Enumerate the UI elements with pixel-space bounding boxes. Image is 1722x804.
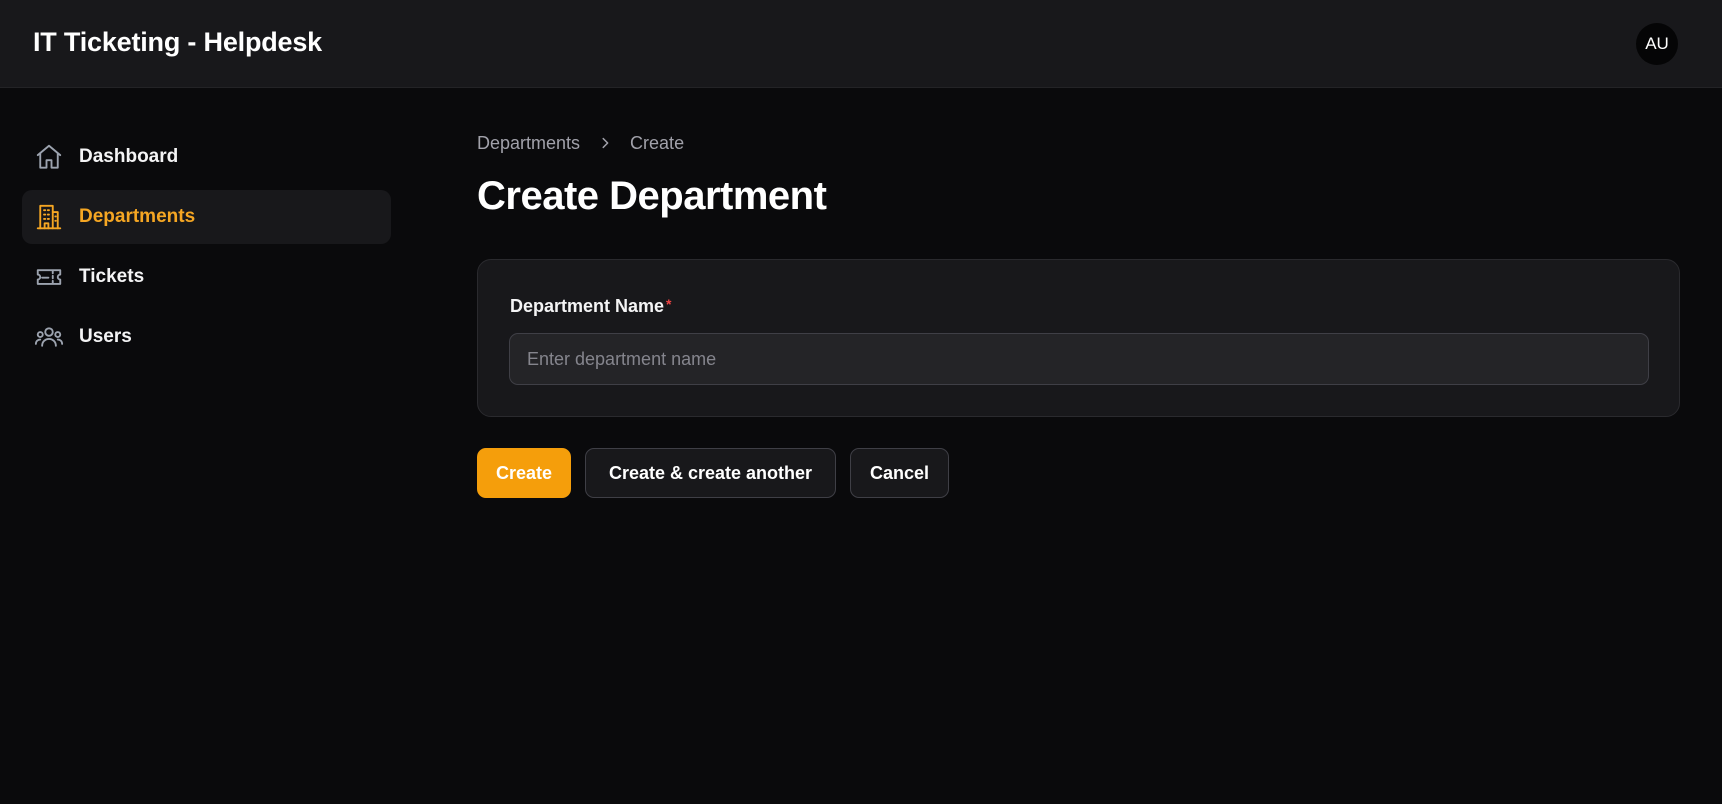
main-content: Departments Create Create Department Dep… [477, 130, 1680, 498]
create-button[interactable]: Create [477, 448, 571, 498]
sidebar-item-departments[interactable]: Departments [22, 190, 391, 244]
breadcrumb: Departments Create [477, 130, 1680, 156]
sidebar-item-label: Users [79, 326, 132, 347]
sidebar-item-tickets[interactable]: Tickets [22, 250, 391, 304]
users-icon [34, 322, 64, 352]
form-card: Department Name * [477, 259, 1680, 417]
home-icon [34, 142, 64, 172]
breadcrumb-current: Create [630, 132, 685, 153]
sidebar-item-label: Dashboard [79, 146, 179, 167]
cancel-button[interactable]: Cancel [850, 448, 949, 498]
sidebar: Dashboard Departments Tickets Users [22, 130, 391, 370]
user-avatar[interactable]: AU [1636, 23, 1678, 65]
form-actions: Create Create & create another Cancel [477, 448, 963, 498]
department-name-input[interactable] [509, 333, 1649, 385]
sidebar-item-users[interactable]: Users [22, 310, 391, 364]
ticket-icon [34, 262, 64, 292]
required-indicator: * [666, 296, 672, 312]
sidebar-item-dashboard[interactable]: Dashboard [22, 130, 391, 184]
department-name-label: Department Name * [510, 296, 672, 317]
app-title[interactable]: IT Ticketing - Helpdesk [33, 27, 322, 58]
building-icon [34, 202, 64, 232]
sidebar-item-label: Departments [79, 206, 196, 227]
top-bar: IT Ticketing - Helpdesk AU [0, 0, 1722, 88]
department-name-label-text: Department Name [510, 296, 665, 316]
chevron-right-icon [590, 133, 620, 153]
page-title: Create Department [477, 174, 827, 218]
create-another-button[interactable]: Create & create another [585, 448, 836, 498]
breadcrumb-link-departments[interactable]: Departments [477, 133, 580, 154]
sidebar-item-label: Tickets [79, 266, 145, 287]
